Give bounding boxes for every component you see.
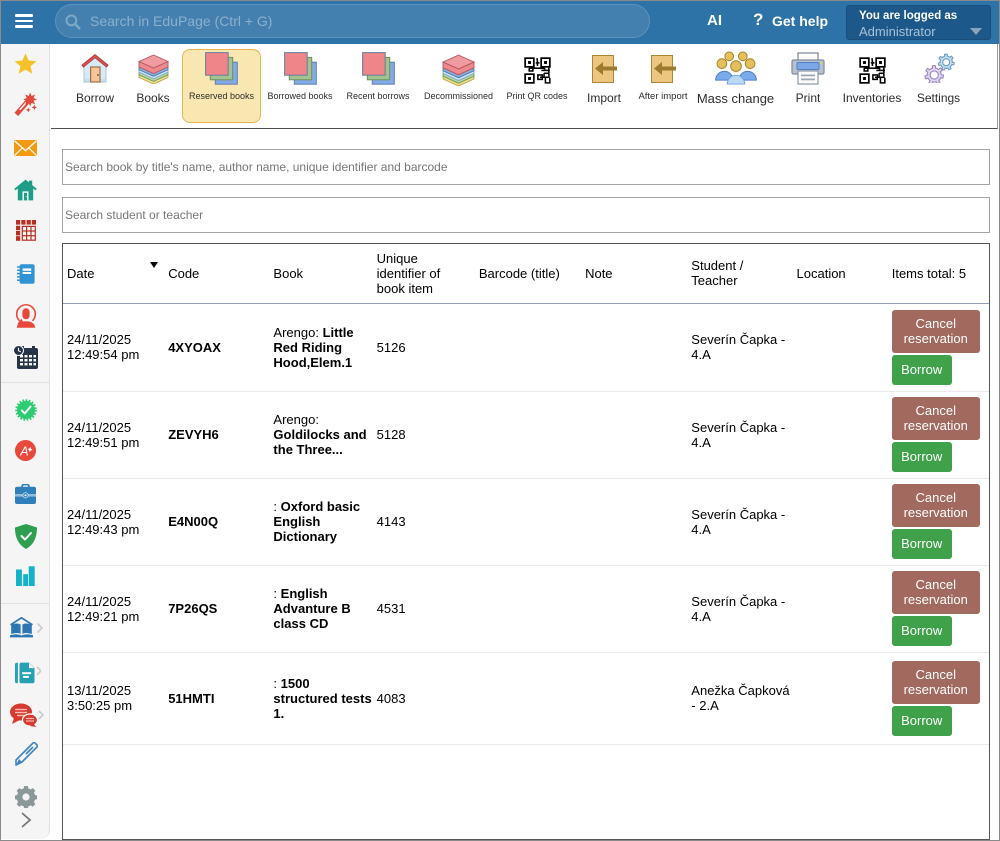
svg-text:A: A xyxy=(19,444,28,458)
